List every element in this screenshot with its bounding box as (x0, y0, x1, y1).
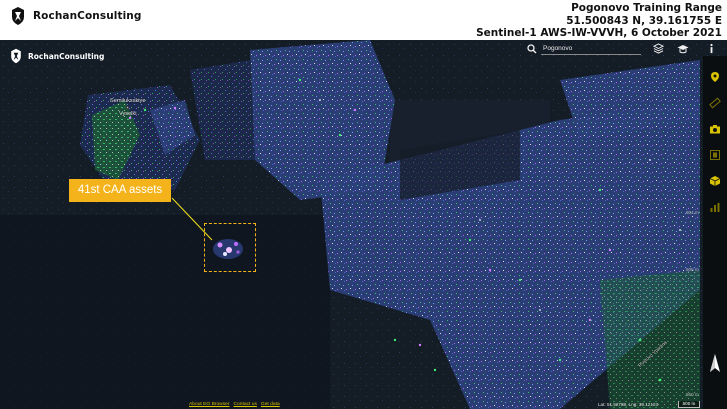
layers-icon[interactable] (652, 42, 665, 55)
place-name-line2: Vyselki (118, 111, 137, 117)
footer-links: About EO Browser Contact us Get data (189, 402, 280, 407)
brand-name: RochanConsulting (33, 10, 142, 22)
distance-tick-lower: 605 m (686, 267, 699, 272)
film-icon[interactable] (708, 148, 722, 162)
ruler-icon[interactable] (708, 96, 722, 110)
scale-bar: 500 m (678, 401, 700, 408)
search-input[interactable] (541, 43, 641, 55)
search-icon[interactable] (527, 44, 537, 54)
get-data-link[interactable]: Get data (261, 402, 280, 407)
info-icon[interactable] (705, 42, 718, 55)
title-block: Pogonovo Training Range 51.500843 N, 39.… (476, 2, 722, 40)
map-toolbar (703, 56, 727, 409)
brand: RochanConsulting (8, 6, 142, 26)
north-arrow-icon (710, 354, 720, 372)
place-label: Semiluksskiye Vyselki (110, 98, 145, 118)
title-coordinates: 51.500843 N, 39.161755 E (566, 14, 722, 27)
sar-imagery (0, 40, 727, 409)
place-marker-icon (126, 105, 130, 109)
watermark-text: RochanConsulting (28, 51, 105, 61)
bar-chart-icon[interactable] (708, 200, 722, 214)
title-location: Pogonovo Training Range (571, 2, 722, 14)
annotation-callout: 41st CAA assets (69, 179, 171, 202)
contact-link[interactable]: Contact us (234, 402, 257, 407)
map-footer: About EO Browser Contact us Get data Lat… (0, 401, 727, 409)
education-icon[interactable] (676, 42, 689, 55)
camera-icon[interactable] (708, 122, 722, 136)
search-bar[interactable] (527, 43, 647, 55)
rochan-logo-icon (12, 7, 24, 25)
distance-tick-right: 660 m (686, 392, 699, 397)
location-pin-icon[interactable] (708, 70, 722, 84)
header-bar: RochanConsulting Pogonovo Training Range… (0, 0, 727, 40)
satellite-map[interactable]: RochanConsulting Semiluksskiye Vyselki 4… (0, 40, 727, 409)
cube-icon[interactable] (708, 174, 722, 188)
title-sensor-date: Sentinel-1 AWS-IW-VVVH, 6 October 2021 (476, 27, 722, 39)
annotation-box (204, 223, 256, 272)
rochan-watermark-icon (11, 48, 21, 64)
distance-tick-upper: 604 m (686, 210, 699, 215)
place-name-line1: Semiluksskiye (110, 98, 146, 104)
cursor-coordinates: Lat: 51.52788, Lng: 39.12103 (598, 402, 659, 407)
about-link[interactable]: About EO Browser (189, 402, 230, 407)
map-watermark: RochanConsulting (8, 48, 104, 64)
